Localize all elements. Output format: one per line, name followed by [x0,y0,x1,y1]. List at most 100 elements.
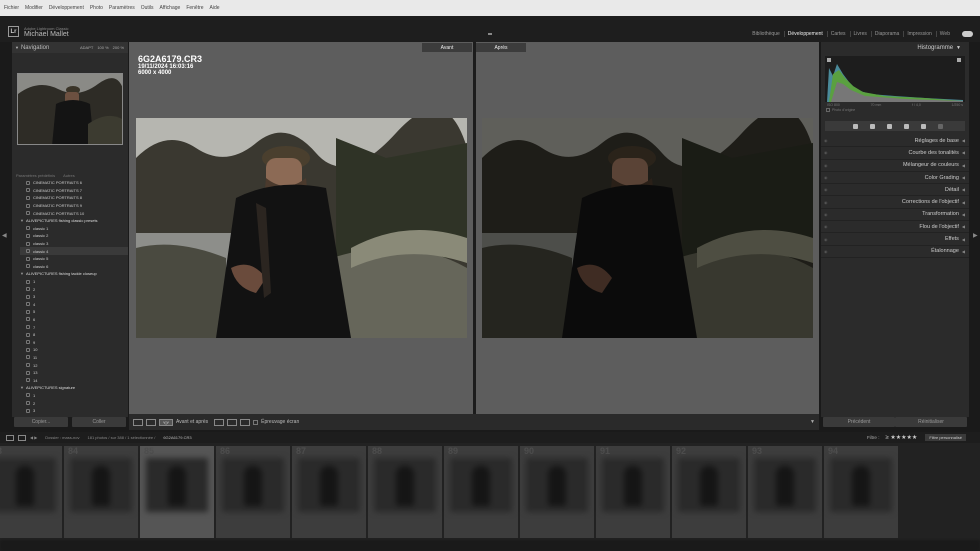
second-window-icon[interactable] [6,434,14,441]
preset-item[interactable]: 1 [20,392,128,400]
module-tab[interactable]: Diaporama [875,31,905,37]
eye-icon[interactable]: ◉ [824,175,832,180]
preset-item[interactable]: classic 4 [20,247,128,255]
preset-item[interactable]: 6 [20,316,128,324]
eye-icon[interactable]: ◉ [824,249,832,254]
filmstrip-thumbnail[interactable]: 92 [672,446,746,538]
cloud-icon[interactable] [962,31,973,37]
filmstrip-thumbnail[interactable]: 87 [292,446,366,538]
preset-item[interactable]: 2 [20,399,128,407]
module-tab[interactable]: Développement [788,31,828,37]
filmstrip-thumbnail[interactable]: 93 [748,446,822,538]
eye-icon[interactable]: ◉ [824,163,832,168]
before-after-view-button[interactable]: Y|Y [159,418,173,426]
drag-handle[interactable] [488,33,492,36]
filmstrip-thumbnail[interactable]: 90 [520,446,594,538]
after-photo[interactable] [482,118,813,338]
develop-section[interactable]: ◉ Transformation ◀ [821,209,969,222]
grid-icon[interactable] [18,434,26,441]
masking-icon[interactable] [921,123,926,129]
preset-item[interactable]: CINEMATIC PORTRAITS 9 [20,202,128,210]
filmstrip-thumbnail[interactable]: 84 [64,446,138,538]
filmstrip-thumbnail[interactable]: 94 [824,446,898,538]
loupe-view-icon[interactable] [133,418,143,426]
preset-item[interactable]: 10 [20,346,128,354]
left-panel-toggle[interactable]: ◀ [0,42,10,417]
menu-item[interactable]: Photo [90,5,103,11]
histogram[interactable] [825,56,965,102]
reset-button[interactable]: Réinitialiser [895,417,967,427]
menu-item[interactable]: Aide [210,5,220,11]
eye-icon[interactable]: ◉ [824,150,832,155]
eye-icon[interactable]: ◉ [824,237,832,242]
preset-item[interactable]: 13 [20,369,128,377]
grid-view-icon[interactable] [146,418,156,426]
menu-item[interactable]: Affichage [160,5,181,11]
develop-section[interactable]: ◉ Corrections de l'objectif ◀ [821,196,969,209]
preset-item[interactable]: 5 [20,308,128,316]
preset-item[interactable]: 3 [20,407,128,415]
preset-item[interactable]: 9 [20,338,128,346]
filmstrip-scrollbar[interactable] [0,540,980,551]
preset-item[interactable]: classic 1 [20,225,128,233]
develop-section[interactable]: ◉ Effets ◀ [821,233,969,246]
preset-item[interactable]: classic 6 [20,263,128,271]
preset-item[interactable]: 7 [20,323,128,331]
right-panel-toggle[interactable]: ▶ [970,42,980,417]
filmstrip-thumbnail[interactable]: 89 [444,446,518,538]
copy-before-to-after-icon[interactable] [214,418,225,426]
navigator-preview[interactable] [17,73,123,145]
filmstrip-source[interactable]: Dossier : mass-nov [45,435,79,440]
copy-button[interactable]: Copier... [14,417,68,427]
healing-icon[interactable] [887,123,892,129]
menu-item[interactable]: Paramètres [109,5,135,11]
preset-item[interactable]: 8 [20,331,128,339]
menu-item[interactable]: Modifier [25,5,43,11]
original-photo-checkbox[interactable] [826,108,830,112]
preset-item[interactable]: CINEMATIC PORTRAITS 7 [20,187,128,195]
preset-item[interactable]: CINEMATIC PORTRAITS 6 [20,179,128,187]
filter-mode-select[interactable]: Filtre personnalisé [925,434,966,441]
develop-section[interactable]: ◉ Courbe des tonalités ◀ [821,147,969,160]
develop-section[interactable]: ◉ Détail ◀ [821,184,969,197]
develop-section[interactable]: ◉ Color Grading ◀ [821,172,969,185]
develop-section[interactable]: ◉ Réglages de base ◀ [821,135,969,148]
preset-group[interactable]: ▼ ALIVEPICTURES signature [20,384,128,392]
preset-item[interactable]: CINEMATIC PORTRAITS 8 [20,194,128,202]
filmstrip-thumbnail[interactable]: 85 [140,446,214,538]
preset-item[interactable]: 1 [20,278,128,286]
preset-item[interactable]: 14 [20,376,128,384]
menu-item[interactable]: Développement [49,5,84,11]
histogram-header[interactable]: Histogramme ▼ [821,42,969,53]
menu-item[interactable]: Fenêtre [186,5,203,11]
menu-item[interactable]: Outils [141,5,154,11]
preset-item[interactable]: 2 [20,285,128,293]
nav-back-icon[interactable]: ◀ ▶ [30,435,37,440]
softproof-checkbox[interactable] [253,419,259,425]
preset-group[interactable]: ▼ ALIVEPICTURES fishing classic presets [20,217,128,225]
presets-header[interactable]: Paramètres prédéfinis Autres [12,171,128,179]
eye-icon[interactable]: ◉ [824,212,832,217]
zoom-fit[interactable]: ADAPT [80,45,93,50]
eye-icon[interactable]: ◉ [824,224,832,229]
filmstrip-thumbnail[interactable]: 86 [216,446,290,538]
original-photo-toggle[interactable]: Photo d'origine [821,108,969,112]
preset-item[interactable]: 3 [20,293,128,301]
before-photo[interactable] [136,118,467,338]
develop-section[interactable]: ◉ Mélangeur de couleurs ◀ [821,160,969,172]
preset-item[interactable]: CINEMATIC PORTRAITS 10 [20,209,128,217]
preset-item[interactable]: 4 [20,301,128,309]
preset-item[interactable]: 11 [20,354,128,362]
crop-icon[interactable] [870,123,875,129]
module-tab[interactable]: Impression [907,31,937,37]
preset-item[interactable]: classic 5 [20,255,128,263]
preset-item[interactable]: 12 [20,361,128,369]
red-eye-icon[interactable] [904,123,909,129]
edit-sliders-icon[interactable] [853,123,858,129]
module-tab[interactable]: Bibliothèque [752,31,785,37]
filmstrip-thumbnail[interactable]: 91 [596,446,670,538]
eye-icon[interactable]: ◉ [824,200,832,205]
filmstrip-thumbnail[interactable]: 83 [0,446,62,538]
develop-section[interactable]: ◉ Flou de l'objectif ◀ [821,221,969,234]
preset-group[interactable]: ▼ ALIVEPICTURES fishing tackle closeup [20,270,128,278]
